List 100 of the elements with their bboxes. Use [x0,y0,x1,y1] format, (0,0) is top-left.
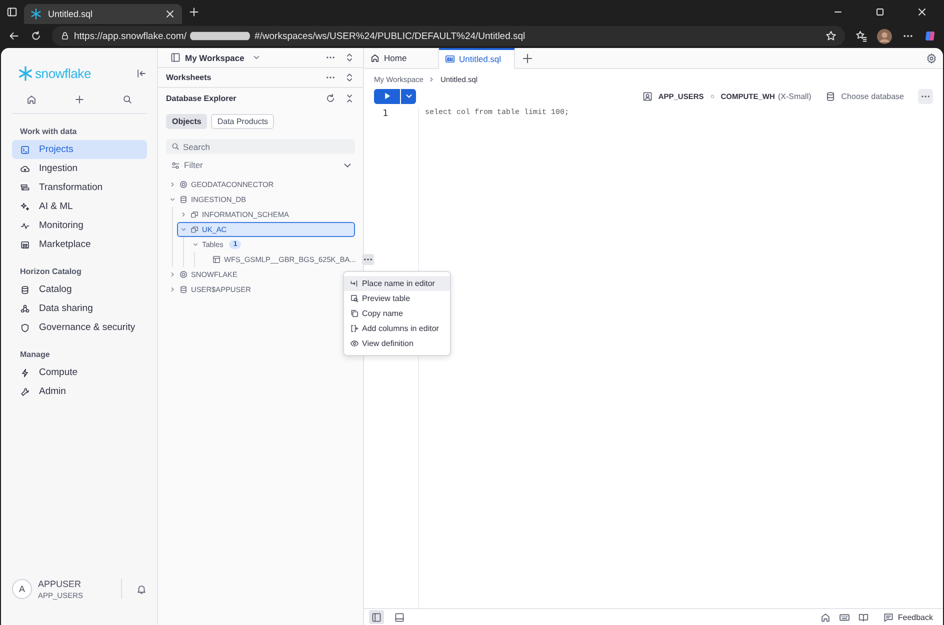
url-text: https://app.snowflake.com/ [74,30,186,42]
section-heading: Manage [20,350,50,359]
workspace-icon [170,52,181,63]
home-icon[interactable] [820,612,831,622]
menu-item[interactable]: Preview table [344,291,450,306]
sparkle-icon [20,202,30,212]
filter-label[interactable]: Filter [184,160,203,170]
chevron-right-icon [428,76,436,83]
expand-icon[interactable] [344,72,355,83]
nav-item[interactable]: Governance & security [12,318,147,337]
search-icon[interactable] [122,94,133,105]
collapse-icon[interactable] [136,68,147,78]
collapse-icon[interactable] [344,92,355,104]
close-icon[interactable] [164,8,176,20]
user-name: APPUSER [38,578,82,588]
maximize-icon[interactable] [874,6,886,18]
schema-icon [190,210,199,219]
chevron-down-icon[interactable] [169,196,176,203]
back-icon[interactable] [8,30,20,42]
database-selector[interactable]: Choose database [825,90,904,102]
menu-item[interactable]: View definition [344,336,450,351]
snowflake-logo-icon [18,66,33,80]
add-tab-icon[interactable] [521,52,534,64]
feedback-button[interactable]: Feedback [882,612,933,622]
refresh-icon[interactable] [30,30,42,42]
run-options-button[interactable] [401,88,416,104]
book-icon[interactable] [858,612,869,622]
redaction-mark [190,31,250,41]
home-icon [370,53,380,63]
chevron-down-icon[interactable] [252,53,262,62]
home-icon[interactable] [26,94,37,105]
new-tab-icon[interactable] [188,6,200,18]
more-button[interactable] [918,88,933,104]
nav-item[interactable]: Data sharing [12,299,147,318]
play-icon [382,91,392,101]
menu-item[interactable]: Add columns in editor [344,321,450,336]
nav-item[interactable]: Catalog [12,280,147,299]
role-icon [642,90,654,102]
database-icon [20,284,30,294]
cloud-upload-icon [20,164,30,174]
share-icon [20,304,30,314]
workspace-selector[interactable]: My Workspace [185,52,244,62]
section-heading: Horizon Catalog [20,267,82,276]
chevron-down-icon[interactable] [192,241,199,248]
warehouse-size: (X-Small) [778,92,812,100]
logo-text: snowflake [35,66,92,80]
database-icon [179,285,188,294]
refresh-icon[interactable] [325,92,336,104]
chevron-right-icon[interactable] [180,211,187,218]
panel-toggle[interactable] [369,610,384,624]
section-heading: Work with data [20,127,77,136]
tabs-icon[interactable] [6,6,18,18]
more-icon[interactable] [362,254,374,265]
menu-item[interactable]: Copy name [344,306,450,321]
filter-tab[interactable]: Data Products [211,114,274,129]
table-icon [212,255,221,264]
chevron-down-icon[interactable] [180,226,187,233]
chevron-right-icon[interactable] [169,181,176,188]
copilot-icon[interactable] [924,30,936,42]
address-bar[interactable]: https://app.snowflake.com/ #/workspaces/ws/USER%24/PUBLIC/DEFAULT%24/Untitled.sql [52,26,845,46]
settings-icon[interactable] [926,52,937,64]
nav-item[interactable]: AI & ML [12,197,147,216]
schema-icon [190,225,199,234]
url-text: #/workspaces/ws/USER%24/PUBLIC/DEFAULT%24/Untitled.sql [254,30,526,42]
eye-icon [350,339,359,348]
chevron-right-icon[interactable] [169,286,176,293]
favorites-icon[interactable] [855,30,867,42]
close-icon[interactable] [916,6,928,18]
expand-icon[interactable] [344,52,355,63]
tab-title: Untitled.sql [48,9,94,19]
user-avatar[interactable]: A [12,579,32,599]
wrench-icon [20,386,30,396]
database-icon [179,195,188,204]
shield-icon [20,322,30,332]
nav-item[interactable]: Compute [12,363,147,382]
nav-item[interactable]: Ingestion [12,159,147,178]
line-number: 1 [382,108,389,121]
section-title: Database Explorer [166,94,236,102]
sql-file-icon [445,54,455,64]
search-field[interactable]: Search [166,139,355,154]
plus-icon[interactable] [74,94,85,105]
add-columns-icon [350,324,359,333]
star-icon[interactable] [825,30,837,42]
preview-icon [350,294,359,303]
bottom-panel-icon [394,612,405,622]
profile-avatar[interactable] [877,28,892,44]
nav-item[interactable]: Marketplace [12,235,147,254]
run-button[interactable] [374,88,400,104]
menu-item[interactable]: Place name in editor [344,276,450,291]
bell-icon[interactable] [136,584,147,594]
editor-tab[interactable]: Untitled.sql [439,48,515,68]
nav-item[interactable]: Admin [12,382,147,401]
chevron-right-icon[interactable] [169,271,176,278]
keyboard-icon[interactable] [838,612,850,622]
nav-item[interactable]: Transformation [12,178,147,197]
browser-tab[interactable]: Untitled.sql [24,4,182,24]
filter-tab[interactable]: Objects [166,114,208,129]
nav-item[interactable]: Monitoring [12,216,147,235]
separator-dot-icon [708,92,716,100]
nav-item[interactable]: Projects [12,140,147,159]
